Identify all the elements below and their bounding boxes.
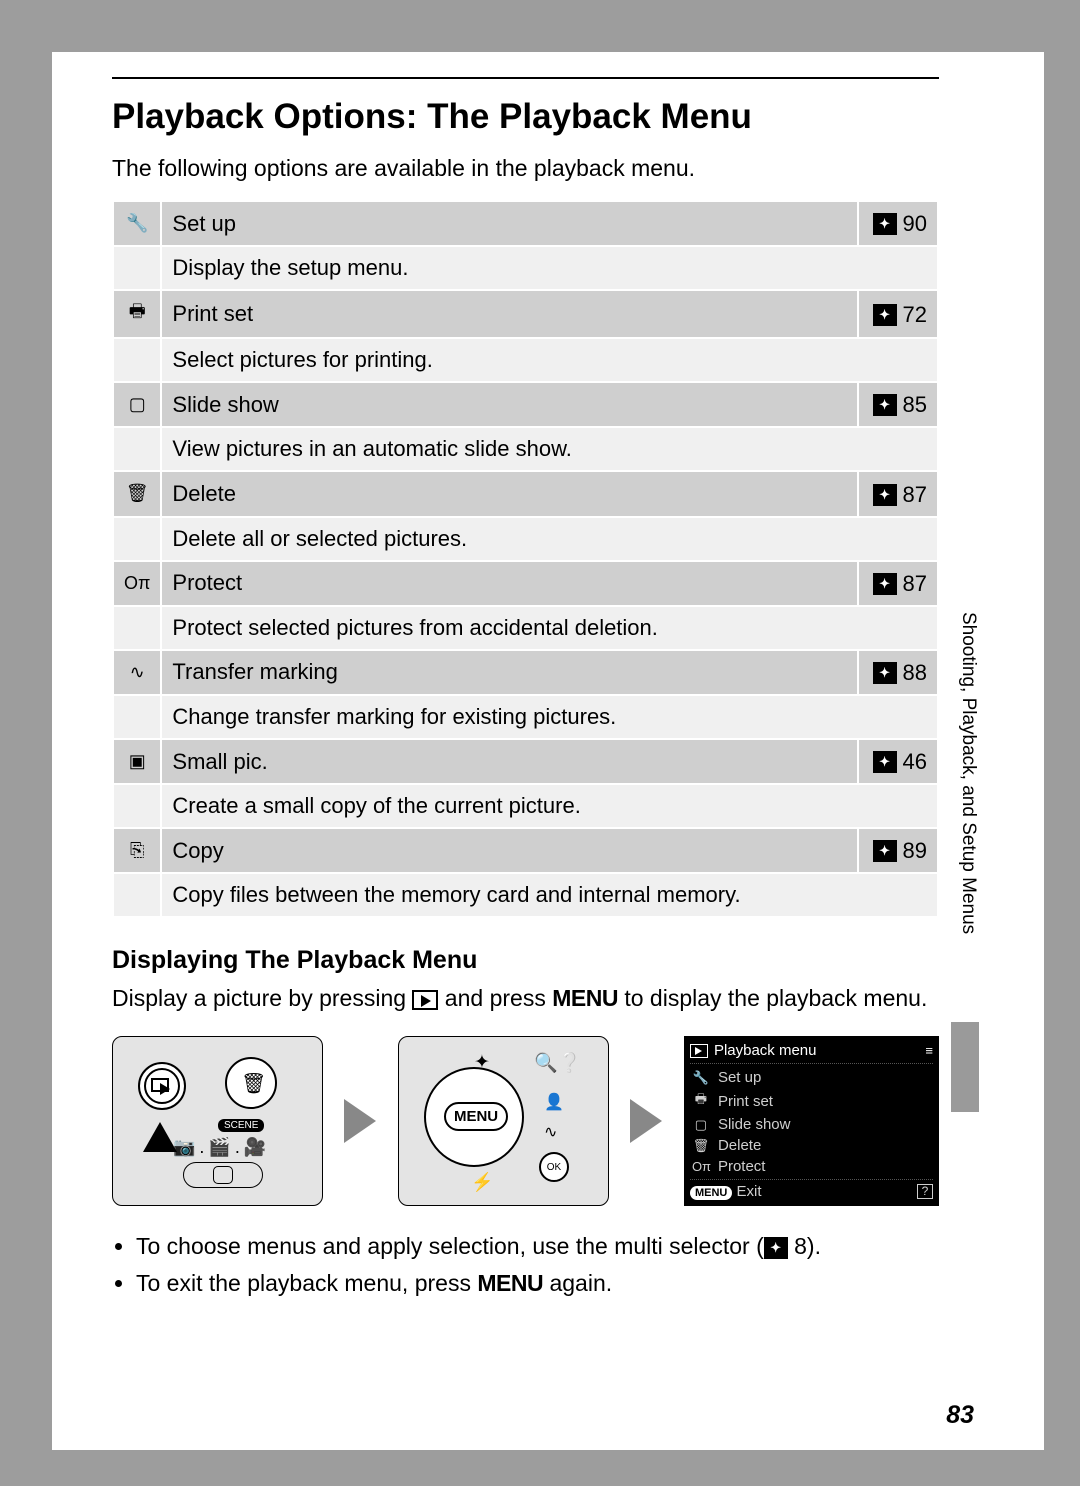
intro-text: The following options are available in t… bbox=[112, 155, 939, 182]
option-row-desc: Protect selected pictures from accidenta… bbox=[113, 606, 938, 650]
options-table: 🔧Set up✦90Display the setup menu.🖶Print … bbox=[112, 200, 939, 918]
option-name: Transfer marking bbox=[161, 650, 858, 695]
arrow-icon bbox=[627, 1101, 666, 1141]
option-page-ref: ✦46 bbox=[858, 739, 938, 784]
side-tab: Shooting, Playback, and Setup Menus bbox=[951, 612, 979, 1112]
option-icon: ▣ bbox=[113, 739, 161, 784]
option-desc: Display the setup menu. bbox=[161, 246, 938, 290]
page-title: Playback Options: The Playback Menu bbox=[112, 97, 939, 137]
playback-icon bbox=[412, 990, 438, 1010]
side-tab-label: Shooting, Playback, and Setup Menus bbox=[957, 612, 979, 934]
lcd-menu-item: 🗑Delete bbox=[690, 1135, 933, 1156]
instruction-list: To choose menus and apply selection, use… bbox=[112, 1228, 939, 1302]
page-number: 83 bbox=[946, 1401, 974, 1430]
list-item: To choose menus and apply selection, use… bbox=[136, 1228, 939, 1265]
option-desc: Select pictures for printing. bbox=[161, 338, 938, 382]
option-name: Slide show bbox=[161, 382, 858, 427]
option-desc: Copy files between the memory card and i… bbox=[161, 873, 938, 917]
option-row-header: ▢Slide show✦85 bbox=[113, 382, 938, 427]
option-row-header: ⎘Copy✦89 bbox=[113, 828, 938, 873]
option-page-ref: ✦90 bbox=[858, 201, 938, 246]
lcd-title: Playback menu bbox=[714, 1042, 817, 1059]
option-icon: Oπ bbox=[113, 561, 161, 606]
option-name: Copy bbox=[161, 828, 858, 873]
camera-diagram-left: 🗑 SCENE 📷.🎬.🎥 bbox=[112, 1036, 323, 1206]
option-name: Small pic. bbox=[161, 739, 858, 784]
arrow-icon bbox=[341, 1101, 380, 1141]
option-name: Protect bbox=[161, 561, 858, 606]
option-icon: ∿ bbox=[113, 650, 161, 695]
option-row-desc: Copy files between the memory card and i… bbox=[113, 873, 938, 917]
menu-chip: MENU bbox=[690, 1186, 732, 1200]
option-page-ref: ✦88 bbox=[858, 650, 938, 695]
lcd-playback-menu: Playback menu ≡ 🔧Set up🖶Print set▢Slide … bbox=[684, 1036, 939, 1206]
option-row-desc: Create a small copy of the current pictu… bbox=[113, 784, 938, 828]
help-icon: ? bbox=[917, 1184, 933, 1199]
option-row-header: ▣Small pic.✦46 bbox=[113, 739, 938, 784]
scene-pill: SCENE bbox=[218, 1119, 264, 1132]
menu-label: MENU bbox=[477, 1270, 543, 1296]
option-row-header: OπProtect✦87 bbox=[113, 561, 938, 606]
option-desc: Create a small copy of the current pictu… bbox=[161, 784, 938, 828]
option-row-desc: View pictures in an automatic slide show… bbox=[113, 427, 938, 471]
menu-button: MENU bbox=[444, 1102, 508, 1131]
option-icon: 🖶 bbox=[113, 290, 161, 338]
option-name: Print set bbox=[161, 290, 858, 338]
option-page-ref: ✦85 bbox=[858, 382, 938, 427]
option-desc: Protect selected pictures from accidenta… bbox=[161, 606, 938, 650]
lcd-menu-item: 🔧Set up bbox=[690, 1067, 933, 1088]
section-subhead: Displaying The Playback Menu bbox=[112, 946, 939, 975]
option-desc: Delete all or selected pictures. bbox=[161, 517, 938, 561]
option-page-ref: ✦87 bbox=[858, 471, 938, 516]
up-arrow-icon bbox=[143, 1122, 177, 1152]
lcd-menu-item: 🖶Print set bbox=[690, 1088, 933, 1114]
display-instruction: Display a picture by pressing and press … bbox=[112, 983, 939, 1014]
option-icon: 🗑 bbox=[113, 471, 161, 516]
option-row-desc: Change transfer marking for existing pic… bbox=[113, 695, 938, 739]
option-row-desc: Delete all or selected pictures. bbox=[113, 517, 938, 561]
option-name: Set up bbox=[161, 201, 858, 246]
option-row-header: 🗑Delete✦87 bbox=[113, 471, 938, 516]
option-row-header: 🔧Set up✦90 bbox=[113, 201, 938, 246]
option-page-ref: ✦87 bbox=[858, 561, 938, 606]
option-desc: View pictures in an automatic slide show… bbox=[161, 427, 938, 471]
option-page-ref: ✦72 bbox=[858, 290, 938, 338]
menu-label: MENU bbox=[552, 985, 618, 1011]
lcd-menu-item: ▢Slide show bbox=[690, 1114, 933, 1135]
option-desc: Change transfer marking for existing pic… bbox=[161, 695, 938, 739]
lcd-menu-item: OπProtect bbox=[690, 1156, 933, 1177]
option-icon: ▢ bbox=[113, 382, 161, 427]
option-icon: ⎘ bbox=[113, 828, 161, 873]
option-row-desc: Select pictures for printing. bbox=[113, 338, 938, 382]
option-icon: 🔧 bbox=[113, 201, 161, 246]
figure-row: 🗑 SCENE 📷.🎬.🎥 ✦ 🔍❔ MENU 👤 ∿ OK ⚡ bbox=[112, 1036, 939, 1206]
option-row-header: ∿Transfer marking✦88 bbox=[113, 650, 938, 695]
option-name: Delete bbox=[161, 471, 858, 516]
list-item: To exit the playback menu, press MENU ag… bbox=[136, 1265, 939, 1302]
option-row-desc: Display the setup menu. bbox=[113, 246, 938, 290]
playback-icon bbox=[690, 1044, 708, 1058]
option-page-ref: ✦89 bbox=[858, 828, 938, 873]
page-ref-icon: ✦ bbox=[764, 1237, 788, 1259]
camera-diagram-right: ✦ 🔍❔ MENU 👤 ∿ OK ⚡ bbox=[398, 1036, 609, 1206]
option-row-header: 🖶Print set✦72 bbox=[113, 290, 938, 338]
